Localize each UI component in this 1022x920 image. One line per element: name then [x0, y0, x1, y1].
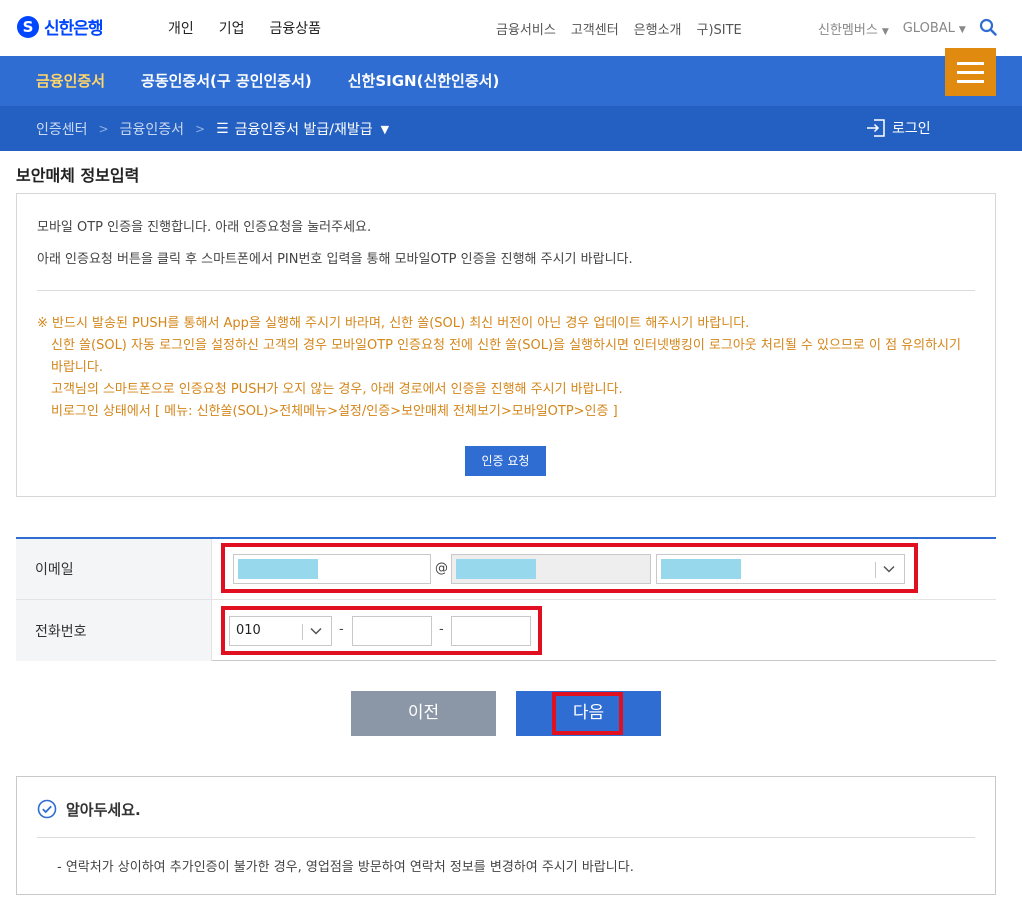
- email-label: 이메일: [16, 539, 212, 599]
- notice-box: 알아두세요. - 연락처가 상이하여 추가인증이 불가한 경우, 영업점을 방문…: [16, 776, 996, 895]
- warning-line-1: ※ 반드시 발송된 PUSH를 통해서 App을 실행해 주시기 바라며, 신한…: [37, 316, 750, 331]
- nav-shinhan-members[interactable]: 신한멤버스 ▼: [818, 19, 889, 38]
- caret-down-icon: ▼: [958, 25, 966, 35]
- nav-personal[interactable]: 개인: [168, 18, 194, 38]
- chevron-right-icon: >: [98, 122, 109, 136]
- login-label: 로그인: [892, 121, 931, 137]
- tab-financial-cert[interactable]: 금융인증서: [36, 70, 105, 91]
- top-header: S 신한은행 개인 기업 금융상품 금융서비스 고객센터 은행소개 구)SITE…: [0, 0, 1022, 56]
- logo-mark-icon: S: [17, 15, 39, 38]
- auth-request-button[interactable]: 인증 요청: [465, 446, 546, 476]
- breadcrumb-current[interactable]: 금융인증서 발급/재발급: [235, 119, 373, 139]
- menu-line-icon: [957, 80, 984, 83]
- breadcrumb: 인증센터 > 금융인증서 > ☰ 금융인증서 발급/재발급 ▼: [36, 119, 389, 139]
- nav-financial-services[interactable]: 금융서비스: [496, 19, 556, 38]
- chevron-right-icon: >: [195, 122, 206, 136]
- dropdown-arrow-icon[interactable]: ▼: [381, 123, 389, 136]
- breadcrumb-financial-cert[interactable]: 금융인증서: [120, 119, 184, 139]
- tab-shinhan-sign[interactable]: 신한SIGN(신한인증서): [348, 70, 500, 91]
- menu-line-icon: [957, 62, 984, 65]
- list-icon: ☰: [216, 121, 229, 137]
- breadcrumb-auth-center[interactable]: 인증센터: [36, 119, 88, 139]
- warning-line-2: 신한 쏠(SOL) 자동 로그인을 설정하신 고객의 경우 모바일OTP 인증요…: [51, 338, 961, 375]
- global-label: GLOBAL: [902, 21, 955, 36]
- divider: [37, 290, 975, 291]
- warning-line-4: 비로그인 상태에서 [ 메뉴: 신한쏠(SOL)>전체메뉴>설정/인증>보안매체…: [51, 404, 618, 419]
- phone-label: 전화번호: [16, 600, 212, 661]
- caret-down-icon: ▼: [881, 27, 889, 37]
- next-highlight-box: [552, 692, 623, 735]
- nav-business[interactable]: 기업: [219, 18, 245, 38]
- nav-bank-intro[interactable]: 은행소개: [634, 19, 682, 38]
- right-nav: 신한멤버스 ▼ GLOBAL ▼: [818, 19, 966, 38]
- login-button[interactable]: 로그인: [866, 118, 931, 138]
- warning-line-3: 고객님의 스마트폰으로 인증요청 PUSH가 오지 않는 경우, 아래 경로에서…: [51, 382, 623, 397]
- info-line-2: 아래 인증요청 버튼을 클릭 후 스마트폰에서 PIN번호 입력을 통해 모바일…: [37, 252, 633, 267]
- shinhan-logo[interactable]: S 신한은행: [17, 14, 104, 39]
- email-highlight-box: [221, 543, 918, 593]
- warning-notes: ※ 반드시 발송된 PUSH를 통해서 App을 실행해 주시기 바라며, 신한…: [37, 313, 977, 423]
- nav-customer-center[interactable]: 고객센터: [571, 19, 619, 38]
- nav-products[interactable]: 금융상품: [270, 18, 322, 38]
- tab-joint-cert[interactable]: 공동인증서(구 공인인증서): [141, 70, 312, 91]
- notice-text: - 연락처가 상이하여 추가인증이 불가한 경우, 영업점을 방문하여 연락처 …: [57, 860, 634, 875]
- nav-old-site[interactable]: 구)SITE: [697, 19, 742, 38]
- check-circle-icon: [37, 799, 57, 819]
- otp-info-box: 모바일 OTP 인증을 진행합니다. 아래 인증요청을 눌러주세요. 아래 인증…: [16, 193, 996, 497]
- main-nav: 개인 기업 금융상품: [168, 18, 321, 38]
- cert-tabs: 금융인증서 공동인증서(구 공인인증서) 신한SIGN(신한인증서): [36, 70, 499, 91]
- nav-global[interactable]: GLOBAL ▼: [903, 21, 966, 36]
- divider: [37, 837, 975, 838]
- cert-tab-bar: 금융인증서 공동인증서(구 공인인증서) 신한SIGN(신한인증서): [0, 56, 1022, 106]
- search-icon[interactable]: [979, 18, 997, 36]
- shinhan-members-label: 신한멤버스: [818, 23, 878, 38]
- notice-title: 알아두세요.: [66, 801, 141, 819]
- util-nav: 금융서비스 고객센터 은행소개 구)SITE: [496, 19, 742, 38]
- info-line-1: 모바일 OTP 인증을 진행합니다. 아래 인증요청을 눌러주세요.: [37, 220, 372, 235]
- hamburger-menu-button[interactable]: [945, 48, 996, 96]
- page-title: 보안매체 정보입력: [16, 166, 140, 185]
- menu-line-icon: [957, 71, 984, 74]
- login-icon: [867, 119, 885, 137]
- logo-text: 신한은행: [44, 19, 104, 39]
- phone-highlight-box: [221, 606, 542, 655]
- prev-button[interactable]: 이전: [351, 691, 496, 736]
